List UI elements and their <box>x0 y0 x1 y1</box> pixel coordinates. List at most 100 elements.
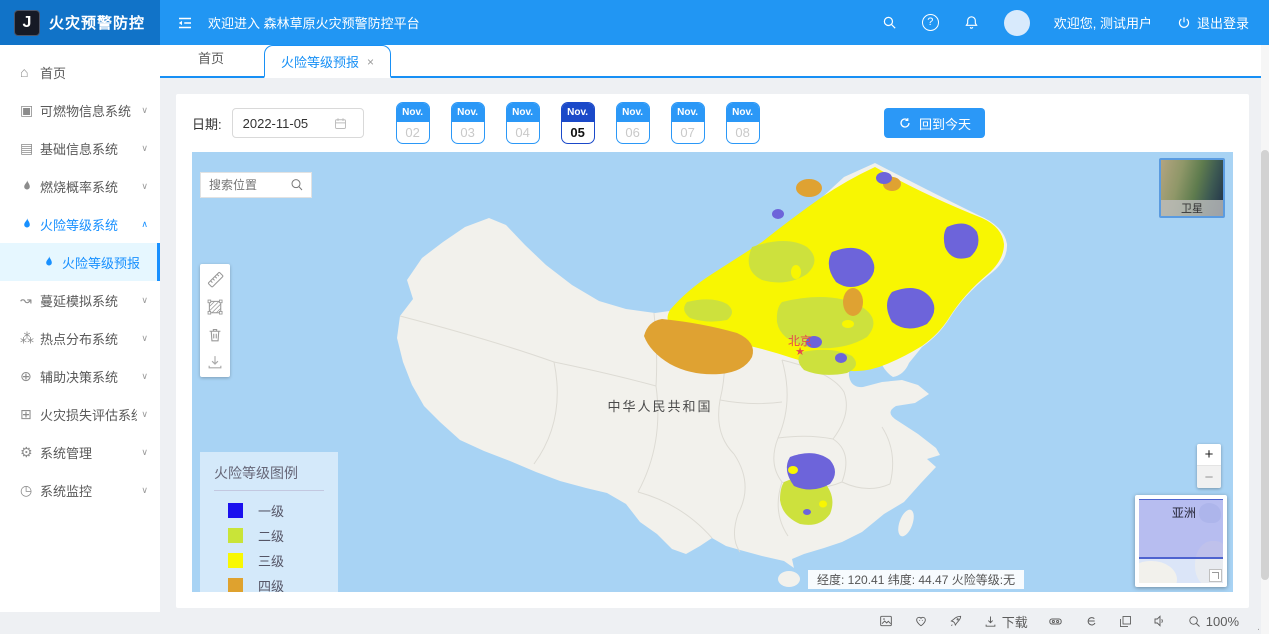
close-tab-icon[interactable]: × <box>367 55 374 69</box>
date-card-nov-08[interactable]: Nov. 08 <box>726 102 760 144</box>
scrollbar-thumb[interactable] <box>1261 150 1269 580</box>
date-card-nov-06[interactable]: Nov. 06 <box>616 102 650 144</box>
avatar[interactable] <box>1004 10 1030 36</box>
sidebar-item-burn-probability[interactable]: 燃烧概率系统 ∨ <box>0 167 160 205</box>
logout-button[interactable]: 退出登录 <box>1176 13 1249 32</box>
draw-area-icon[interactable] <box>205 297 226 318</box>
back-to-today-button[interactable]: 回到今天 <box>884 108 985 138</box>
sidebar-item-fire-risk-level[interactable]: 火险等级系统 ∧ <box>0 205 160 243</box>
download-button[interactable]: 下载 <box>983 612 1028 631</box>
minimap-collapse-button[interactable] <box>1209 569 1222 582</box>
date-toolbar: 日期: Nov. 02 Nov. 03 Nov. 04 Nov. 05 <box>176 94 1249 152</box>
satellite-label: 卫星 <box>1161 200 1223 216</box>
collapse-sidebar-icon[interactable] <box>176 14 194 32</box>
legend-title: 火险等级图例 <box>214 463 324 491</box>
sidebar-item-fire-risk-forecast-active[interactable]: 火险等级预报 <box>0 243 160 281</box>
fuel-info-icon: ▣ <box>20 102 40 119</box>
date-picker[interactable] <box>232 108 364 138</box>
calendar-icon <box>333 116 348 131</box>
coordinates-status: 经度: 120.41 纬度: 44.47 火险等级:无 <box>808 570 1024 589</box>
help-icon[interactable]: ? <box>922 14 939 31</box>
star-icon: ★ <box>788 347 812 358</box>
date-card-nov-02[interactable]: Nov. 02 <box>396 102 430 144</box>
bell-icon[interactable] <box>963 14 980 31</box>
china-map-graphic <box>192 152 1233 592</box>
satellite-layer-toggle[interactable]: 卫星 <box>1159 158 1225 218</box>
date-input[interactable] <box>243 116 333 131</box>
measure-ruler-icon[interactable] <box>205 269 226 290</box>
vr-glasses-icon[interactable] <box>1047 613 1064 630</box>
chevron-down-icon: ∨ <box>141 447 148 458</box>
map-tool-palette <box>200 264 230 377</box>
speaker-icon[interactable] <box>1152 613 1168 629</box>
app-logo: J <box>14 10 40 36</box>
swirl-share-icon[interactable] <box>1083 613 1099 629</box>
date-card-nov-04[interactable]: Nov. 04 <box>506 102 540 144</box>
gear-icon: ⚙ <box>20 444 40 461</box>
base-info-icon: ▤ <box>20 140 40 157</box>
chevron-up-icon: ∧ <box>141 219 148 230</box>
decision-icon: ⊕ <box>20 368 40 385</box>
app-title: 火灾预警防控 <box>49 12 145 33</box>
level-4-swatch <box>228 578 243 592</box>
spread-icon: ↝ <box>20 292 40 309</box>
window-copy-icon[interactable] <box>1118 614 1133 629</box>
sidebar-item-fire-loss-evaluation[interactable]: ⊞ 火灾损失评估系统 ∨ <box>0 395 160 433</box>
sidebar-item-fuel-info[interactable]: ▣ 可燃物信息系统 ∨ <box>0 91 160 129</box>
header: J 火灾预警防控 欢迎进入 森林草原火灾预警防控平台 ? 欢迎您, 测试用户 退… <box>0 0 1269 45</box>
rocket-icon[interactable] <box>948 613 964 629</box>
vertical-scrollbar[interactable] <box>1261 45 1269 634</box>
zoom-in-button[interactable]: + <box>1197 444 1221 466</box>
header-main: 欢迎进入 森林草原火灾预警防控平台 ? 欢迎您, 测试用户 退出登录 <box>160 0 1269 45</box>
level-3-swatch <box>228 553 243 568</box>
china-fire-risk-map[interactable]: 中华人民共和国 北京 ★ 火险等级图例 <box>192 152 1233 592</box>
magnifier-icon <box>1187 614 1202 629</box>
page-zoom-control[interactable]: 100% <box>1187 614 1239 629</box>
sidebar-item-base-info[interactable]: ▤ 基础信息系统 ∨ <box>0 129 160 167</box>
flame-icon <box>20 179 34 193</box>
date-card-list: Nov. 02 Nov. 03 Nov. 04 Nov. 05 Nov. 06 … <box>396 102 760 144</box>
tab-fire-risk-forecast[interactable]: 火险等级预报 × <box>264 45 391 78</box>
hotspot-icon: ⁂ <box>20 330 40 347</box>
search-icon[interactable] <box>881 14 898 31</box>
bottom-toolbar: 下载 100% <box>0 608 1269 634</box>
chevron-down-icon: ∨ <box>141 371 148 382</box>
date-card-nov-07[interactable]: Nov. 07 <box>671 102 705 144</box>
date-label: 日期: <box>192 114 222 133</box>
zoom-out-button[interactable]: − <box>1197 466 1221 488</box>
legend-item-level-2: 二级 <box>228 526 324 545</box>
refresh-icon <box>898 116 912 130</box>
chevron-down-icon: ∨ <box>141 105 148 116</box>
search-icon[interactable] <box>289 177 305 193</box>
sticker-heart-icon[interactable] <box>913 613 929 629</box>
loss-eval-icon: ⊞ <box>20 406 40 423</box>
export-download-icon[interactable] <box>205 352 225 372</box>
monitor-icon: ◷ <box>20 482 40 499</box>
tab-home[interactable]: 首页 <box>184 48 238 76</box>
sidebar-item-spread-simulation[interactable]: ↝ 蔓延模拟系统 ∨ <box>0 281 160 319</box>
sidebar-item-home[interactable]: ⌂ 首页 <box>0 53 160 91</box>
sidebar-item-decision-support[interactable]: ⊕ 辅助决策系统 ∨ <box>0 357 160 395</box>
delete-trash-icon[interactable] <box>205 325 225 345</box>
map-search-box[interactable] <box>200 172 312 198</box>
legend-item-level-4: 四级 <box>228 576 324 592</box>
beijing-marker: 北京 ★ <box>788 336 812 358</box>
header-actions: ? 欢迎您, 测试用户 退出登录 <box>881 10 1249 36</box>
chevron-down-icon: ∨ <box>141 295 148 306</box>
chevron-down-icon: ∨ <box>141 181 148 192</box>
tab-label: 火险等级预报 <box>281 52 359 71</box>
level-2-swatch <box>228 528 243 543</box>
map-zoom-controls: + − <box>1197 444 1221 488</box>
sidebar-item-system-monitor[interactable]: ◷ 系统监控 ∨ <box>0 471 160 509</box>
sidebar-item-system-admin[interactable]: ⚙ 系统管理 ∨ <box>0 433 160 471</box>
image-icon[interactable] <box>878 613 894 629</box>
overview-minimap[interactable]: 亚洲 <box>1135 495 1227 587</box>
welcome-text: 欢迎进入 森林草原火灾预警防控平台 <box>208 13 420 32</box>
tab-bar: 首页 火险等级预报 × <box>160 45 1269 78</box>
date-card-nov-05-selected[interactable]: Nov. 05 <box>561 102 595 144</box>
legend-item-level-3: 三级 <box>228 551 324 570</box>
map-search-input[interactable] <box>209 178 289 192</box>
sidebar-item-hotspot-distribution[interactable]: ⁂ 热点分布系统 ∨ <box>0 319 160 357</box>
chevron-down-icon: ∨ <box>141 143 148 154</box>
date-card-nov-03[interactable]: Nov. 03 <box>451 102 485 144</box>
